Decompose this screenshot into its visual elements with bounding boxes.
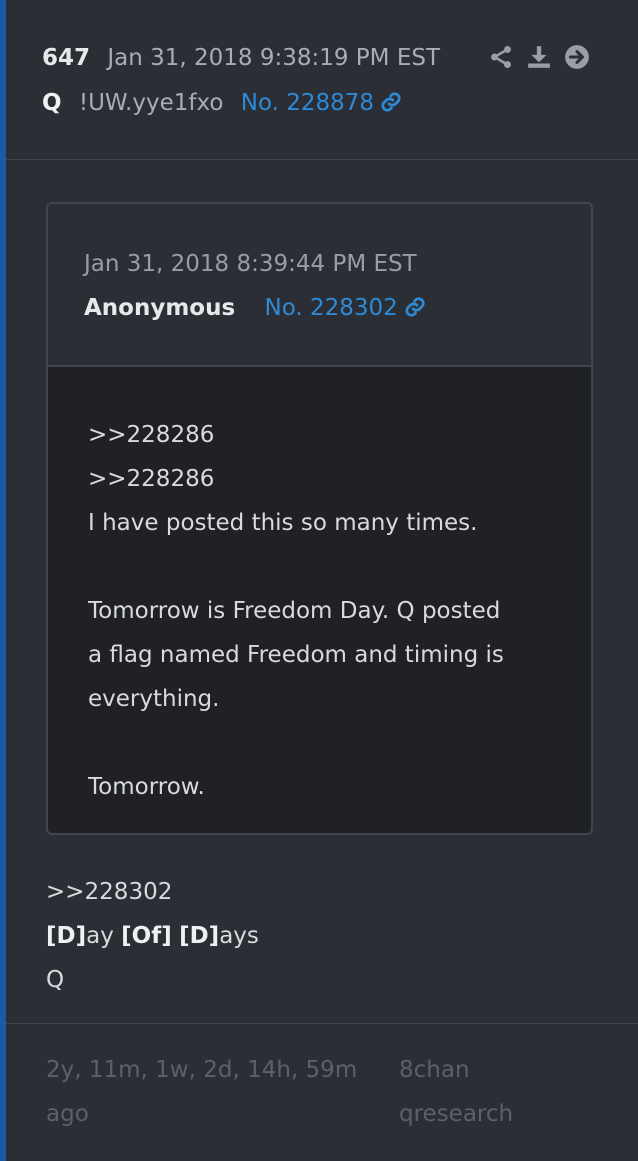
quoted-post-number-link[interactable]: No. 228302 (265, 295, 426, 321)
bold-text: [D] (179, 923, 220, 949)
post-number-link-label: No. 228878 (240, 90, 375, 116)
body-text: ay (86, 923, 122, 949)
bold-text: [Of] (121, 923, 172, 949)
quote-reference[interactable]: >>228302 (46, 870, 259, 914)
bold-text: [D] (46, 923, 87, 949)
body-line: Tomorrow. (88, 774, 205, 800)
body-text (172, 923, 179, 949)
arrow-right-circle-icon[interactable] (564, 44, 590, 70)
body-line: a flag named Freedom and timing is (88, 642, 504, 668)
post-date: Jan 31, 2018 9:38:19 PM EST (107, 45, 441, 71)
post-header: 647 Jan 31, 2018 9:38:19 PM EST Q !UW.yy… (6, 0, 638, 160)
elapsed-time: 2y, 11m, 1w, 2d, 14h, 59m ago (46, 1057, 358, 1127)
quoted-post-header: Jan 31, 2018 8:39:44 PM EST Anonymous No… (48, 204, 591, 367)
body-line: Tomorrow is Freedom Day. Q posted (88, 598, 501, 624)
tripcode: !UW.yye1fxo (78, 90, 224, 116)
body-line: [D]ay [Of] [D]ays (46, 914, 259, 958)
quoted-post-body: >>228286 >>228286 I have posted this so … (48, 367, 591, 833)
source-board: 8chan qresearch (399, 1057, 514, 1127)
post-number-link[interactable]: No. 228878 (241, 90, 402, 116)
quote-reference[interactable]: >>228286 (88, 413, 561, 457)
body-text: ays (219, 923, 259, 949)
post-tools (488, 44, 590, 70)
quote-reference[interactable]: >>228286 (88, 457, 561, 501)
signature: Q (46, 967, 65, 993)
quoted-post-author: Anonymous (84, 295, 236, 321)
post-footer: 2y, 11m, 1w, 2d, 14h, 59m ago 8chan qres… (6, 1023, 638, 1161)
share-icon[interactable] (488, 44, 514, 70)
body-line: everything. (88, 686, 220, 712)
post-body: >>228302 [D]ay [Of] [D]ays Q (46, 870, 259, 1002)
body-line: I have posted this so many times. (88, 510, 478, 536)
post-card: 647 Jan 31, 2018 9:38:19 PM EST Q !UW.yy… (0, 0, 638, 1161)
link-icon[interactable] (380, 88, 402, 124)
link-icon[interactable] (404, 293, 426, 329)
quoted-post-date: Jan 31, 2018 8:39:44 PM EST (84, 251, 417, 277)
quoted-post: Jan 31, 2018 8:39:44 PM EST Anonymous No… (46, 202, 593, 835)
quoted-post-number-label: No. 228302 (264, 295, 398, 321)
post-author: Q (42, 90, 62, 116)
download-icon[interactable] (526, 44, 552, 70)
post-number: 647 (42, 45, 91, 71)
